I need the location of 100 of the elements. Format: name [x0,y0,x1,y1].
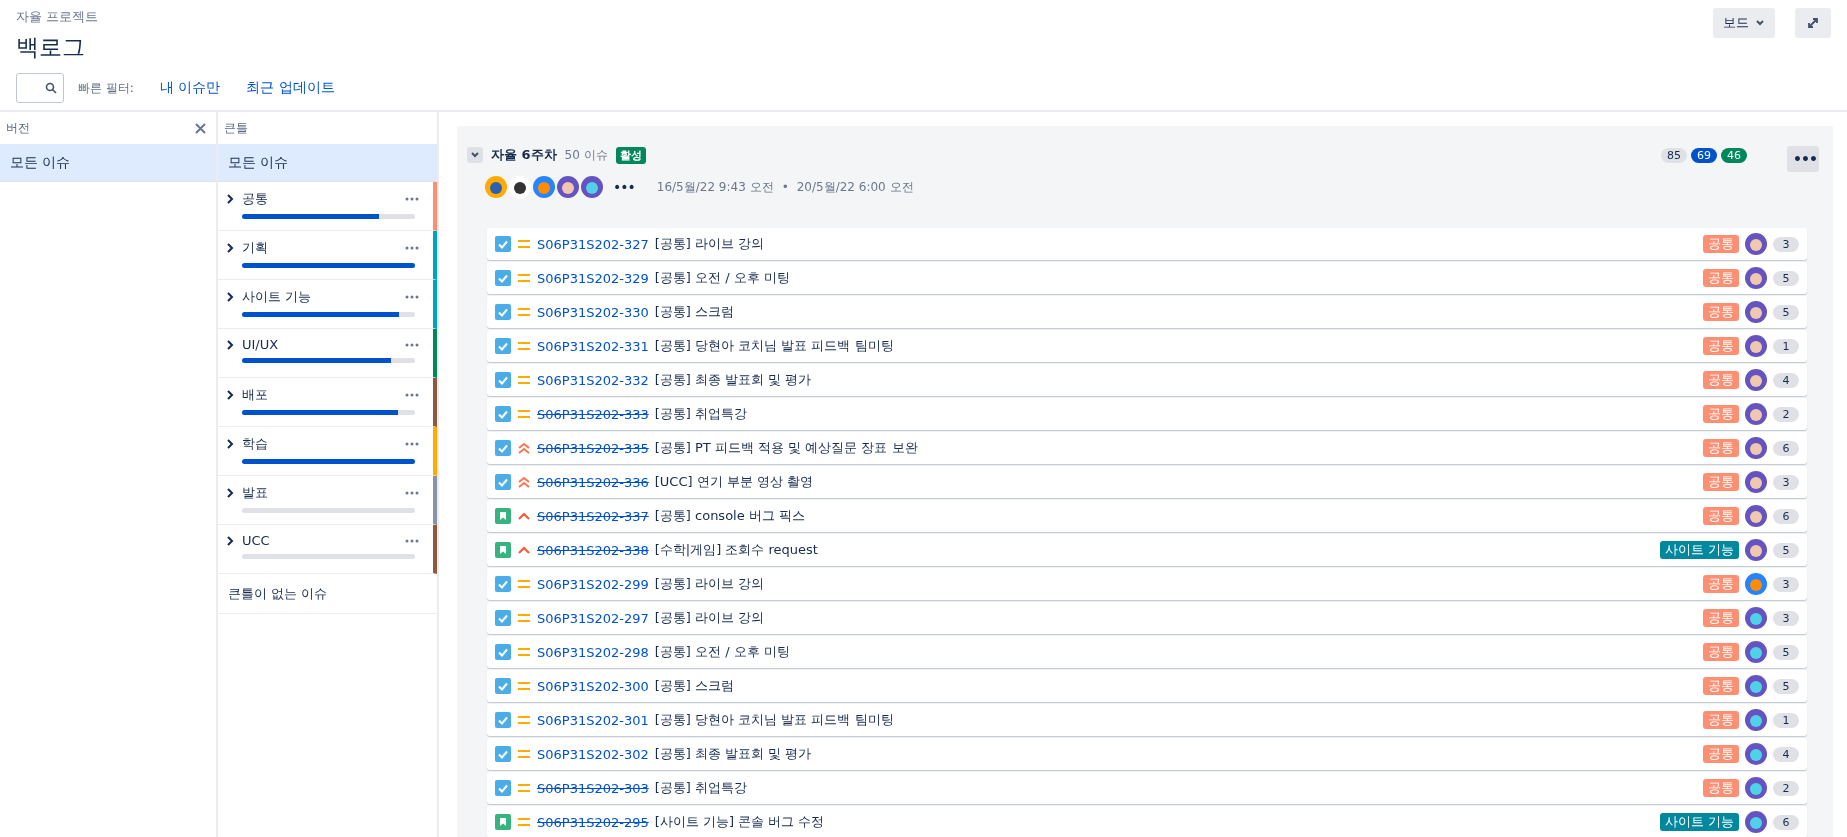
issue-row[interactable]: S06P31S202-299 [공통] 라이브 강의 공통 3 [487,568,1807,600]
sprint-menu-button[interactable]: ••• [1787,146,1819,172]
search-field[interactable] [16,73,64,103]
epic-item[interactable]: 사이트 기능 [218,280,437,329]
issue-row[interactable]: S06P31S202-329 [공통] 오전 / 오후 미팅 공통 5 [487,262,1807,294]
issue-key[interactable]: S06P31S202-337 [537,508,649,524]
estimate-badge: 5 [1773,644,1799,660]
breadcrumb[interactable]: 자율 프로젝트 [16,8,335,26]
issue-row[interactable]: S06P31S202-327 [공통] 라이브 강의 공통 3 [487,228,1807,260]
issue-key[interactable]: S06P31S202-336 [537,474,649,490]
estimate-badge: 6 [1773,440,1799,456]
epic-item[interactable]: 배포 [218,378,437,427]
issue-key[interactable]: S06P31S202-300 [537,678,649,694]
epic-label: 공통 [1703,371,1739,389]
issue-row[interactable]: S06P31S202-333 [공통] 취업특강 공통 2 [487,398,1807,430]
quick-filter-link[interactable]: 내 이슈만 [159,79,221,97]
issue-row[interactable]: S06P31S202-336 [UCC] 연기 부분 영상 촬영 공통 3 [487,466,1807,498]
estimate-badge: 3 [1773,576,1799,592]
more-icon[interactable] [405,246,419,250]
issue-key[interactable]: S06P31S202-332 [537,372,649,388]
chevron-right-icon[interactable] [226,390,234,400]
epic-item[interactable]: 기획 [218,231,437,280]
issue-row[interactable]: S06P31S202-330 [공통] 스크럼 공통 5 [487,296,1807,328]
sprint-status: 활성 [615,146,646,164]
epic-label: 공통 [1703,439,1739,457]
epic-item[interactable]: 발표 [218,476,437,525]
issue-row[interactable]: S06P31S202-301 [공통] 당현아 코치님 발표 피드백 팀미팅 공통 1 [487,704,1807,736]
issue-key[interactable]: S06P31S202-295 [537,814,649,830]
epic-label: 공통 [1703,473,1739,491]
issue-key[interactable]: S06P31S202-327 [537,236,649,252]
issue-key[interactable]: S06P31S202-301 [537,712,649,728]
close-icon[interactable] [195,122,206,134]
issue-row[interactable]: S06P31S202-303 [공통] 취업특강 공통 2 [487,772,1807,804]
more-avatars[interactable]: ••• [613,179,635,195]
issue-key[interactable]: S06P31S202-329 [537,270,649,286]
epic-filter-item[interactable]: 큰틀이 없는 이슈 [218,574,437,614]
chevron-right-icon[interactable] [226,439,234,449]
search-icon [45,82,57,94]
issue-key[interactable]: S06P31S202-298 [537,644,649,660]
chevron-right-icon[interactable] [226,243,234,253]
issue-row[interactable]: S06P31S202-338 [수학|게임] 조회수 request 사이트 기능 5 [487,534,1807,566]
issue-summary: [공통] PT 피드백 적용 및 예상질문 장표 보완 [654,439,919,457]
estimate-badge: 2 [1773,406,1799,422]
panel-title: 버전 [6,119,30,137]
issue-key[interactable]: S06P31S202-338 [537,542,649,558]
issue-row[interactable]: S06P31S202-302 [공통] 최종 발표회 및 평가 공통 4 [487,738,1807,770]
chevron-right-icon[interactable] [226,339,234,350]
epic-filter-item[interactable]: 모든 이슈 [218,144,437,182]
issue-key[interactable]: S06P31S202-299 [537,576,649,592]
issue-row[interactable]: S06P31S202-297 [공통] 라이브 강의 공통 3 [487,602,1807,634]
page-title: 백로그 [16,33,86,62]
issue-key[interactable]: S06P31S202-303 [537,780,649,796]
issue-row[interactable]: S06P31S202-337 [공통] console 버그 픽스 공통 6 [487,500,1807,532]
epic-label: 공통 [1703,235,1739,253]
epic-label: 공통 [1703,575,1739,593]
more-icon[interactable] [405,197,419,201]
issue-row[interactable]: S06P31S202-300 [공통] 스크럼 공통 5 [487,670,1807,702]
quick-filter-link[interactable]: 최근 업데이트 [246,79,335,97]
more-icon[interactable] [405,295,419,299]
estimate-badge: 3 [1773,474,1799,490]
estimate-badge: 3 [1773,236,1799,252]
collapse-button[interactable] [467,147,483,163]
issue-key[interactable]: S06P31S202-302 [537,746,649,762]
issue-summary: [공통] 당현아 코치님 발표 피드백 팀미팅 [654,337,895,355]
fullscreen-button[interactable] [1795,8,1831,38]
issue-summary: [공통] 취업특강 [654,779,749,797]
more-icon[interactable] [405,491,419,495]
epic-item[interactable]: UI/UX [218,329,437,378]
issue-key[interactable]: S06P31S202-333 [537,406,649,422]
sprint-name: 자율 6주차 [491,146,557,164]
more-icon[interactable] [405,538,419,543]
issue-key[interactable]: S06P31S202-331 [537,338,649,354]
sprint-start-date: 16/5월/22 9:43 오전 [656,178,774,196]
more-icon[interactable] [405,442,419,446]
chevron-right-icon[interactable] [226,535,234,546]
issue-key[interactable]: S06P31S202-297 [537,610,649,626]
story-points-badge: 46 [1721,148,1747,163]
issue-row[interactable]: S06P31S202-295 [사이트 기능] 콘솔 버그 수정 사이트 기능 6 [487,806,1807,837]
chevron-right-icon[interactable] [226,292,234,302]
more-icon[interactable] [405,342,419,347]
issue-row[interactable]: S06P31S202-331 [공통] 당현아 코치님 발표 피드백 팀미팅 공통 1 [487,330,1807,362]
issue-summary: [공통] console 버그 픽스 [654,507,806,525]
issue-row[interactable]: S06P31S202-332 [공통] 최종 발표회 및 평가 공통 4 [487,364,1807,396]
chevron-right-icon[interactable] [226,194,234,204]
issue-row[interactable]: S06P31S202-298 [공통] 오전 / 오후 미팅 공통 5 [487,636,1807,668]
issue-row[interactable]: S06P31S202-335 [공통] PT 피드백 적용 및 예상질문 장표 보완 공통 6 [487,432,1807,464]
issue-summary: [공통] 최종 발표회 및 평가 [654,745,813,763]
version-item[interactable]: 모든 이슈 [0,144,216,182]
epic-item[interactable]: UCC [218,525,437,574]
issue-key[interactable]: S06P31S202-335 [537,440,649,456]
more-icon[interactable] [405,393,419,397]
board-button[interactable]: 보드 [1713,8,1775,38]
story-points-badge: 69 [1691,148,1717,163]
epic-label: 공통 [1703,745,1739,763]
epic-item[interactable]: 학습 [218,427,437,476]
separator-dot: • [781,180,789,194]
issue-key[interactable]: S06P31S202-330 [537,304,649,320]
chevron-right-icon[interactable] [226,488,234,498]
epic-item[interactable]: 공통 [218,182,437,231]
estimate-badge: 5 [1773,304,1799,320]
